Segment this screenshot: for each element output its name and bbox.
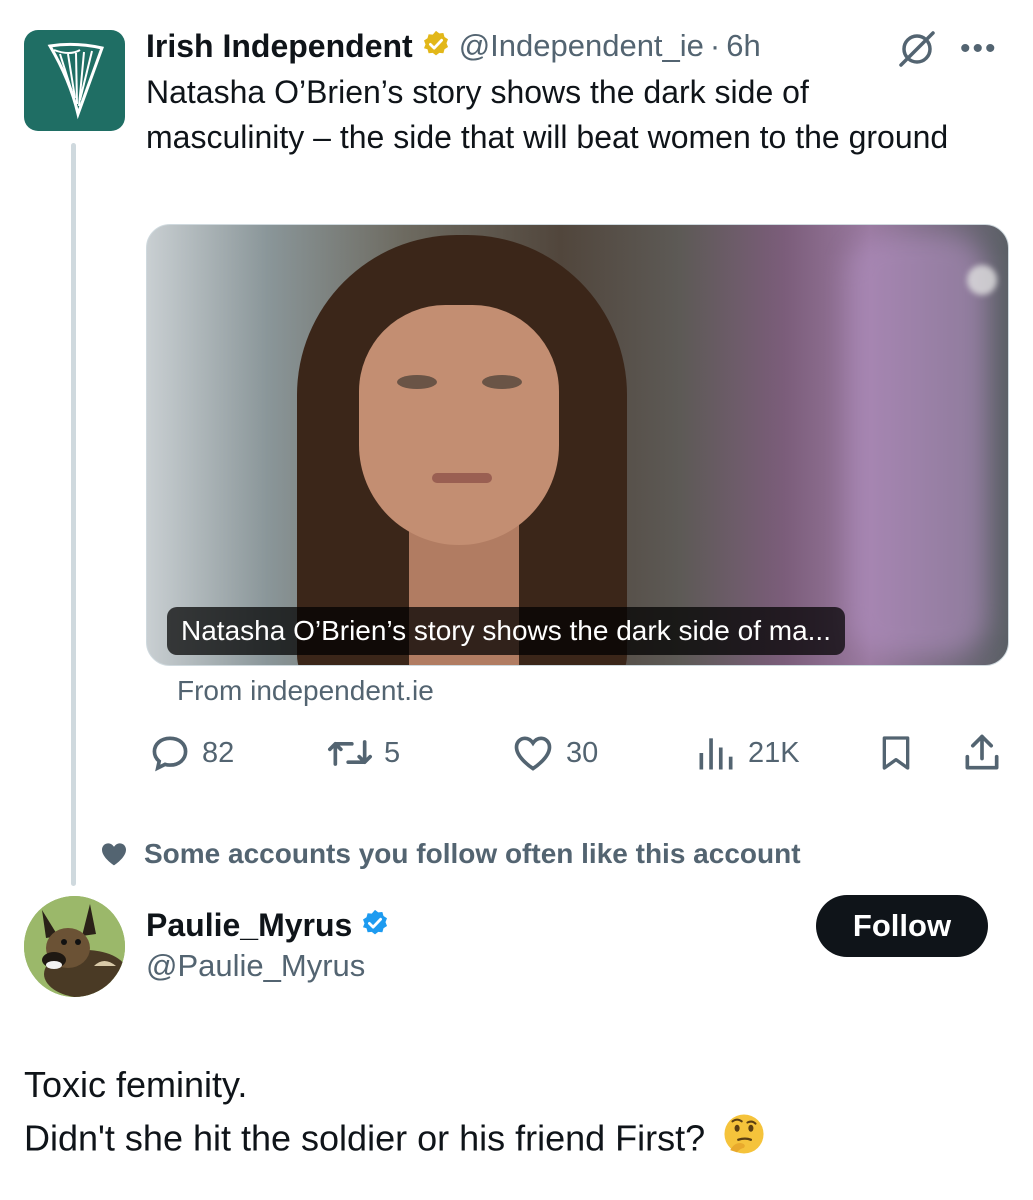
views-button[interactable]: 21K bbox=[694, 730, 800, 776]
harp-logo-icon bbox=[47, 42, 104, 119]
reply-line-2: Didn't she hit the soldier or his friend… bbox=[24, 1117, 706, 1159]
heart-filled-icon bbox=[102, 843, 126, 866]
paulie-myrus-avatar[interactable] bbox=[24, 896, 125, 997]
like-count: 30 bbox=[566, 736, 599, 769]
link-card-image[interactable]: Natasha O’Brien’s story shows the dark s… bbox=[146, 224, 1009, 666]
reply-header: Paulie_Myrus bbox=[146, 902, 398, 948]
card-source[interactable]: From independent.ie bbox=[177, 675, 434, 707]
grok-icon[interactable] bbox=[895, 27, 939, 76]
irish-independent-avatar[interactable] bbox=[24, 30, 125, 131]
verified-gold-badge-icon bbox=[421, 29, 451, 64]
follow-button[interactable]: Follow bbox=[816, 895, 988, 957]
reply-line-2-wrap: Didn't she hit the soldier or his friend… bbox=[24, 1111, 767, 1171]
tweet-time[interactable]: 6h bbox=[726, 28, 760, 64]
bookmark-icon bbox=[882, 736, 910, 770]
reply-text: Toxic feminity. Didn't she hit the soldi… bbox=[24, 1058, 767, 1171]
social-context: Some accounts you follow often like this… bbox=[98, 838, 801, 870]
reply-author-handle[interactable]: @Paulie_Myrus bbox=[146, 948, 365, 984]
tweet-text: Natasha O’Brien’s story shows the dark s… bbox=[146, 74, 949, 155]
reply-icon bbox=[152, 736, 188, 772]
repost-count: 5 bbox=[384, 736, 401, 769]
social-context-text: Some accounts you follow often like this… bbox=[144, 838, 801, 869]
views-count: 21K bbox=[748, 736, 800, 769]
tweet-header: Irish Independent @Independent_ie · 6h bbox=[146, 24, 761, 68]
card-caption: Natasha O’Brien’s story shows the dark s… bbox=[167, 607, 845, 655]
author-handle[interactable]: @Independent_ie bbox=[459, 28, 704, 64]
reply-author-name[interactable]: Paulie_Myrus bbox=[146, 907, 352, 944]
separator-dot: · bbox=[709, 28, 721, 63]
thinking-face-emoji-icon bbox=[721, 1111, 767, 1171]
views-chart-icon bbox=[699, 738, 733, 770]
verified-blue-badge-icon bbox=[360, 908, 390, 943]
share-button[interactable] bbox=[960, 730, 1014, 776]
repost-icon bbox=[328, 740, 372, 766]
reply-button[interactable]: 82 bbox=[148, 730, 234, 776]
reply-count: 82 bbox=[202, 736, 235, 769]
heart-icon bbox=[514, 736, 552, 771]
like-button[interactable]: 30 bbox=[510, 730, 598, 776]
bookmark-button[interactable] bbox=[876, 730, 926, 776]
author-name[interactable]: Irish Independent bbox=[146, 28, 413, 65]
more-options-icon[interactable]: ••• bbox=[960, 32, 998, 66]
thread-connector-line bbox=[71, 143, 76, 886]
repost-button[interactable]: 5 bbox=[326, 730, 400, 776]
share-icon bbox=[965, 734, 999, 770]
reply-line-1: Toxic feminity. bbox=[24, 1064, 248, 1105]
